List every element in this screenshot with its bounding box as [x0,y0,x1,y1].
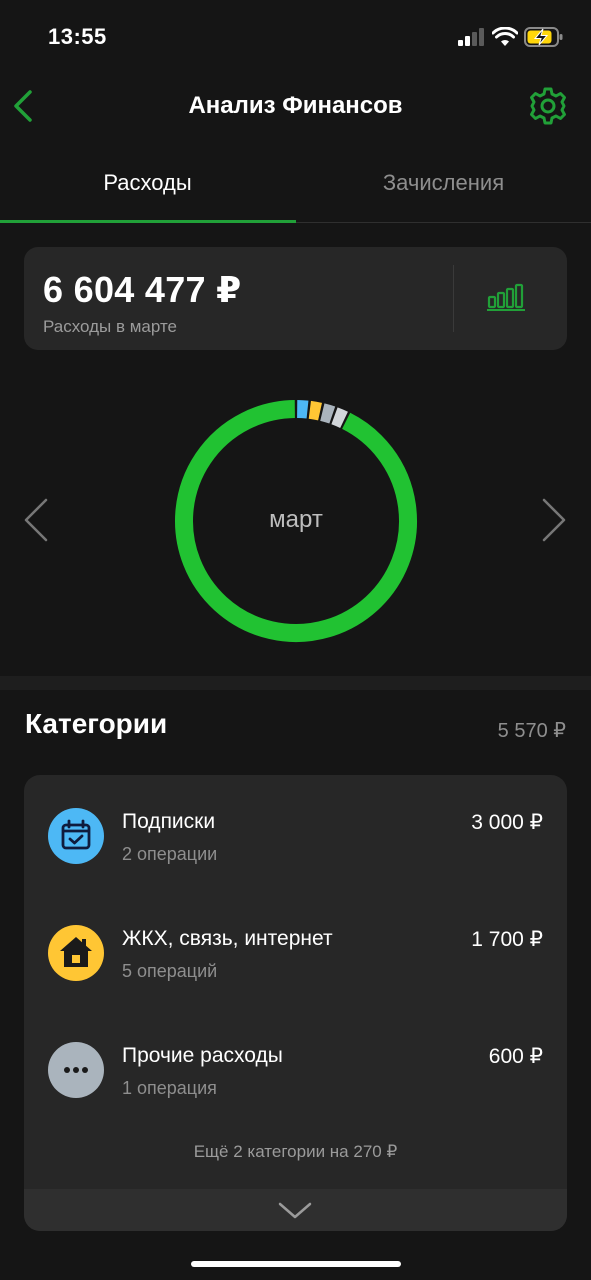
donut-slice-3 [331,407,348,428]
battery-charging-icon [524,27,563,47]
status-time: 13:55 [48,24,107,49]
calendar-icon [48,808,104,864]
category-amount: 600 ₽ [488,1045,543,1068]
section-separator [0,676,591,690]
house-icon [48,925,104,981]
category-operations: 1 операция [122,1078,217,1098]
donut-slice-2 [320,403,336,424]
summary-amount: 6 604 477 ₽ [43,269,242,310]
page-title: Анализ Финансов [188,92,403,119]
category-amount: 3 000 ₽ [471,811,543,834]
category-amount: 1 700 ₽ [471,928,543,951]
category-name: Подписки [122,810,216,833]
categories-card: Подписки 2 операции 3 000 ₽ ЖКХ, связь, … [24,775,567,1231]
categories-total: 5 570 ₽ [497,720,566,742]
tab-bar: Расходы Зачисления [0,150,591,223]
expand-button[interactable] [24,1189,567,1231]
chart-section: март [0,370,591,670]
status-bar: 13:55 [0,0,591,76]
divider [453,265,454,332]
more-categories-link[interactable]: Ещё 2 категории на 270 ₽ [24,1142,567,1162]
donut-slice-0 [296,400,309,419]
list-item-subscriptions[interactable]: Подписки 2 операции 3 000 ₽ [24,775,567,875]
gear-icon[interactable] [528,86,568,126]
tab-expenses[interactable]: Расходы [0,150,295,223]
tab-income[interactable]: Зачисления [296,150,591,223]
home-indicator [191,1261,401,1267]
chart-month-label: март [269,506,323,533]
donut-slice-1 [308,400,322,421]
bar-chart-icon[interactable] [487,283,525,311]
active-tab-indicator [0,220,296,223]
category-operations: 2 операции [122,844,218,864]
summary-label: Расходы в марте [43,317,178,336]
header: Анализ Финансов [0,76,591,136]
category-name: ЖКХ, связь, интернет [122,927,333,950]
list-item-other[interactable]: Прочие расходы 1 операция 600 ₽ [24,1009,567,1109]
chevron-left-icon[interactable] [20,496,52,544]
chevron-right-icon[interactable] [538,496,570,544]
signal-icon [458,28,486,46]
wifi-icon [492,27,518,46]
category-operations: 5 операций [122,961,218,981]
chevron-down-icon [278,1202,312,1219]
category-name: Прочие расходы [122,1044,283,1067]
categories-title: Категории [25,708,168,739]
screen: 13:55 Анализ Финансов Расходы Зачисления… [0,0,591,1280]
dots-icon [48,1042,104,1098]
summary-card[interactable]: 6 604 477 ₽ Расходы в марте [24,247,567,350]
list-item-utilities[interactable]: ЖКХ, связь, интернет 5 операций 1 700 ₽ [24,892,567,992]
